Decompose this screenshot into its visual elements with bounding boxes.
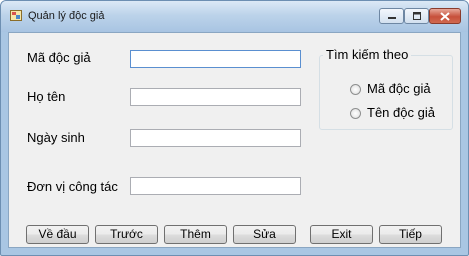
title-bar[interactable]: Quản lý độc giả [1,1,468,32]
edit-button[interactable]: Sửa [233,225,296,244]
minimize-icon [380,9,403,23]
ngay-sinh-input[interactable] [130,129,301,147]
search-group-label: Tìm kiếm theo [323,47,412,62]
search-by-ten-radio[interactable] [350,108,361,119]
search-by-ma-label[interactable]: Mã độc giả [367,81,431,96]
don-vi-cong-tac-label: Đơn vị công tác [27,179,118,194]
search-by-ten-label[interactable]: Tên độc giả [367,105,435,120]
ho-ten-input[interactable] [130,88,301,106]
add-button[interactable]: Thêm [164,225,227,244]
maximize-button[interactable] [404,8,429,24]
form-client-area: Mã độc giả Họ tên Ngày sinh Đơn vị công … [8,32,461,248]
don-vi-cong-tac-input[interactable] [130,177,301,195]
search-by-ma-radio[interactable] [350,84,361,95]
next-record-button[interactable]: Tiếp [379,225,442,244]
app-icon [10,10,22,21]
close-button[interactable] [429,8,461,24]
window-title: Quản lý độc giả [28,10,105,22]
exit-button[interactable]: Exit [310,225,373,244]
ngay-sinh-label: Ngày sinh [27,130,85,145]
minimize-button[interactable] [379,8,404,24]
first-record-button[interactable]: Về đầu [26,225,89,244]
app-window: Quản lý độc giả Mã độc giả Họ tên Ngày s… [0,0,469,256]
previous-record-button[interactable]: Trước [95,225,158,244]
ho-ten-label: Họ tên [27,89,66,104]
close-icon [430,9,460,23]
ma-doc-gia-input[interactable] [130,50,301,68]
ma-doc-gia-label: Mã độc giả [27,50,91,65]
maximize-icon [405,9,428,23]
